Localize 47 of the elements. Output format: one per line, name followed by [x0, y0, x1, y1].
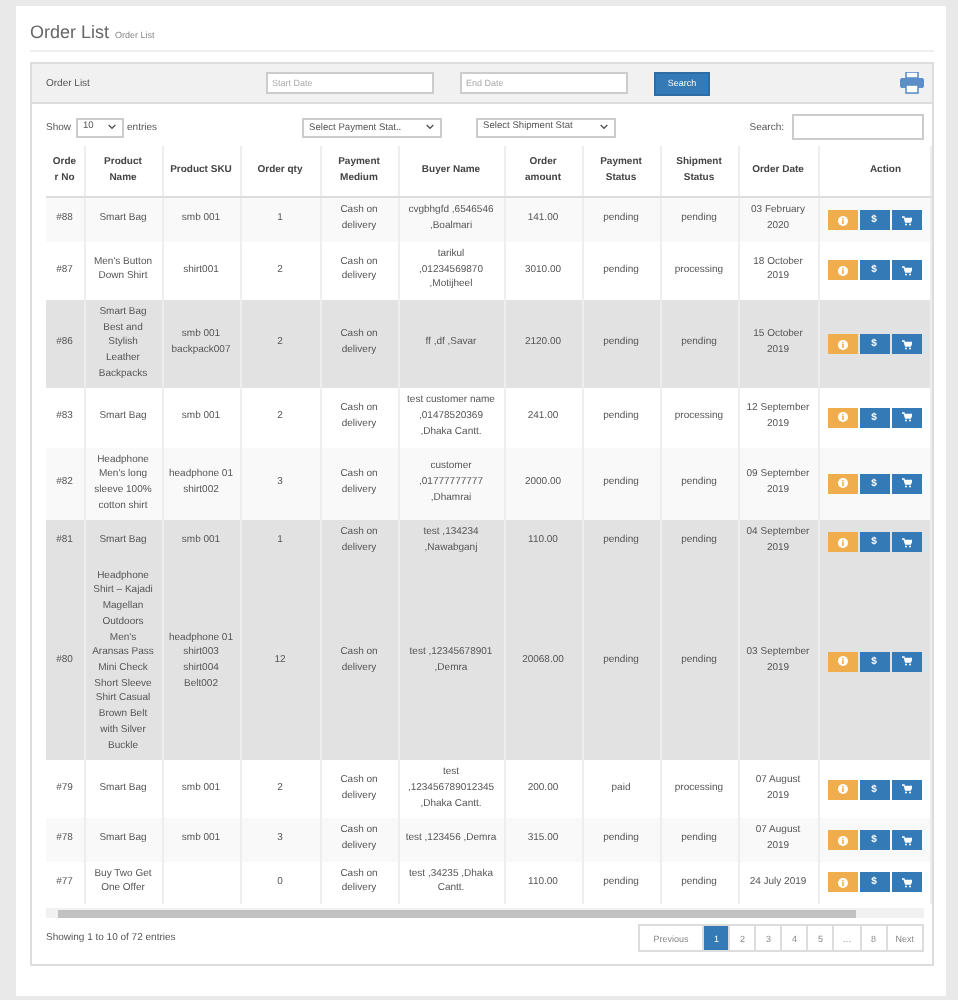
caret-icon	[599, 124, 608, 130]
cart-button[interactable]	[891, 779, 921, 800]
info-button[interactable]	[827, 334, 857, 355]
cart-icon	[901, 877, 911, 888]
caret-icon	[425, 124, 434, 130]
info-button[interactable]	[827, 210, 857, 231]
cart-button[interactable]	[891, 532, 921, 553]
info-button[interactable]	[827, 779, 857, 800]
info-button[interactable]	[827, 260, 857, 281]
search-field[interactable]	[792, 114, 924, 140]
info-button[interactable]	[827, 651, 857, 672]
printer-icon[interactable]	[900, 72, 924, 94]
info-icon	[837, 835, 847, 845]
cart-button[interactable]	[891, 651, 921, 672]
cart-icon	[901, 656, 911, 667]
info-icon	[837, 265, 847, 276]
cart-icon	[901, 835, 911, 845]
horizontal-scrollbar[interactable]	[46, 908, 924, 919]
cart-icon	[901, 265, 911, 276]
cart-icon	[901, 215, 911, 226]
cart-button[interactable]	[891, 830, 921, 850]
cart-button[interactable]	[891, 334, 921, 355]
info-icon	[837, 537, 847, 548]
cart-button[interactable]	[891, 210, 921, 231]
cart-icon	[901, 537, 911, 548]
info-button[interactable]	[827, 872, 857, 893]
info-icon	[837, 478, 847, 489]
cart-button[interactable]	[891, 407, 921, 428]
cart-icon	[901, 412, 911, 423]
cart-icon	[901, 784, 911, 795]
page-title: Order List	[30, 22, 110, 42]
info-icon	[837, 412, 847, 423]
cart-button[interactable]	[891, 260, 921, 281]
caret-icon	[107, 124, 116, 130]
info-icon	[837, 877, 847, 888]
cart-icon	[901, 478, 911, 489]
cart-button[interactable]	[891, 872, 921, 893]
info-button[interactable]	[827, 532, 857, 553]
info-button[interactable]	[827, 830, 857, 850]
cart-button[interactable]	[891, 473, 921, 494]
info-icon	[837, 339, 847, 350]
info-button[interactable]	[827, 473, 857, 494]
cart-icon	[901, 339, 911, 350]
info-button[interactable]	[827, 407, 857, 428]
info-icon	[837, 784, 847, 795]
info-icon	[837, 215, 847, 226]
info-icon	[837, 656, 847, 667]
